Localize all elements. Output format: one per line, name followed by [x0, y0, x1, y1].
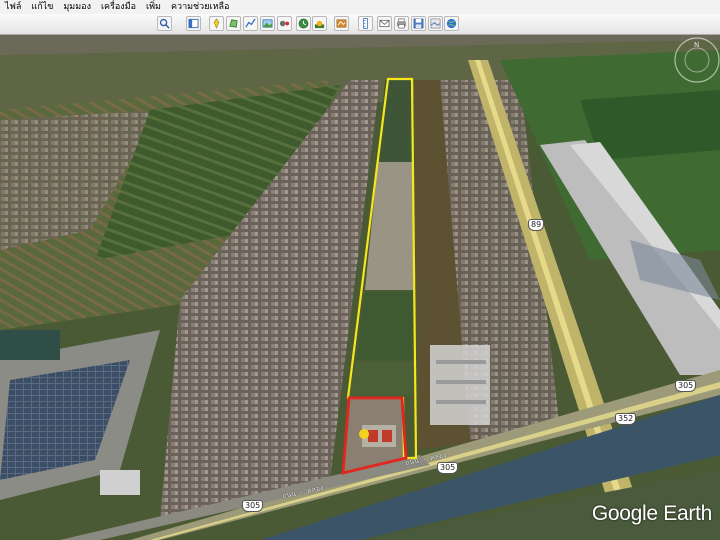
menu-edit[interactable]: แก้ไข [26, 0, 58, 14]
placemark-button[interactable] [209, 16, 224, 31]
route-shield: 89 [528, 219, 545, 231]
menu-bar: ไฟล์ แก้ไข มุมมอง เครื่องมือ เพิ่ม ความช… [0, 0, 720, 15]
record-tour-icon [279, 20, 290, 27]
ruler-button[interactable] [358, 16, 373, 31]
search-icon [159, 18, 170, 29]
polygon-icon [229, 19, 238, 28]
route-shield: 305 [675, 380, 697, 392]
view-in-maps-icon [430, 18, 441, 29]
image-overlay-icon [262, 19, 273, 28]
route-shield: 305 [242, 500, 264, 512]
menu-help[interactable]: ความช่วยเหลือ [166, 0, 234, 14]
sunlight-icon [314, 20, 325, 29]
route-shield: 305 [437, 462, 459, 474]
sidebar-toggle-icon [188, 18, 199, 29]
record-tour-button[interactable] [277, 16, 292, 31]
google-earth-logo: Google Earth [591, 502, 712, 525]
search-button[interactable] [157, 16, 172, 31]
sidebar-toggle-button[interactable] [186, 16, 201, 31]
placemark-icon [213, 18, 220, 29]
historical-imagery-button[interactable] [296, 16, 311, 31]
save-image-button[interactable] [411, 16, 426, 31]
menu-view[interactable]: มุมมอง [58, 0, 96, 14]
aerial-imagery: N [0, 35, 720, 540]
map-view[interactable]: N 305 305 352 305 89 ถนน..-..คลอง ถนน..-… [0, 35, 720, 540]
print-icon [396, 18, 407, 29]
menu-file[interactable]: ไฟล์ [0, 0, 26, 14]
save-image-icon [413, 18, 424, 29]
polygon-button[interactable] [226, 16, 241, 31]
view-maps-button[interactable] [428, 16, 443, 31]
historical-imagery-icon [298, 18, 309, 29]
route-shield: 352 [615, 413, 637, 425]
path-icon [245, 18, 256, 28]
email-icon [379, 19, 390, 28]
switch-planet-button[interactable] [334, 16, 349, 31]
image-overlay-button[interactable] [260, 16, 275, 31]
toolbar [0, 14, 720, 35]
sunlight-button[interactable] [312, 16, 327, 31]
switch-planet-icon [336, 19, 347, 28]
globe-icon [446, 18, 457, 29]
menu-add[interactable]: เพิ่ม [141, 0, 166, 14]
path-button[interactable] [243, 16, 258, 31]
globe-button[interactable] [444, 16, 459, 31]
print-button[interactable] [394, 16, 409, 31]
menu-tools[interactable]: เครื่องมือ [96, 0, 141, 14]
ruler-icon [363, 18, 368, 29]
svg-text:N: N [694, 41, 699, 49]
email-button[interactable] [377, 16, 392, 31]
